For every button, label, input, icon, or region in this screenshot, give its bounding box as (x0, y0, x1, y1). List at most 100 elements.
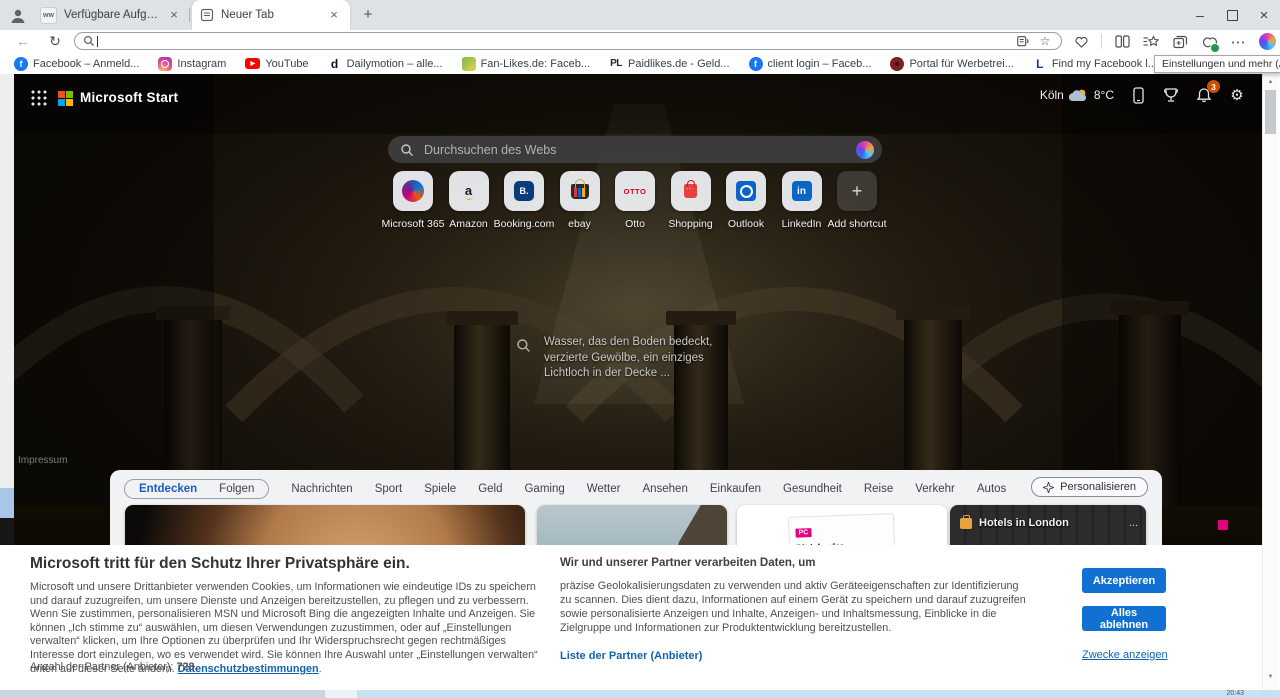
window-controls (1184, 0, 1280, 30)
personalize-button[interactable]: Personalisieren (1031, 477, 1148, 497)
paidlikes-icon: PL (609, 57, 623, 71)
shortcut-add[interactable]: Add shortcut (830, 171, 884, 230)
feed-tab-reise[interactable]: Reise (864, 483, 893, 495)
feed-tab-ansehen[interactable]: Ansehen (642, 483, 687, 495)
address-bar[interactable] (74, 32, 1062, 50)
gear-icon[interactable] (1228, 86, 1246, 104)
microsoft-logo (58, 91, 73, 106)
windows-taskbar-edge: 20:43 (0, 690, 1280, 698)
read-aloud-icon[interactable] (1015, 34, 1031, 48)
background-window-sliver (0, 545, 14, 690)
facebook-icon (749, 57, 763, 71)
add-shortcut-icon (837, 171, 877, 211)
favorite-star-icon[interactable] (1037, 34, 1053, 48)
hero-image-caption: Wasser, das den Boden bedeckt, verzierte… (544, 335, 732, 382)
outlook-icon (736, 181, 756, 201)
pc-magazine-badge: PC (795, 528, 811, 538)
taskbar-segment (325, 690, 357, 698)
bookmark-portal[interactable]: Portal für Werbetrei... (890, 57, 1013, 71)
close-tab-icon[interactable] (326, 7, 342, 23)
price-tag (1218, 520, 1228, 530)
feed-tab-einkaufen[interactable]: Einkaufen (710, 483, 761, 495)
feed-tab-autos[interactable]: Autos (977, 483, 1006, 495)
page-title: Microsoft Start (80, 90, 178, 105)
back-button[interactable] (14, 33, 32, 49)
favorites-icon[interactable] (1142, 33, 1160, 51)
feed-tab-spiele[interactable]: Spiele (424, 483, 456, 495)
feed-tab-wetter[interactable]: Wetter (587, 483, 621, 495)
amazon-icon: a (465, 186, 472, 196)
settings-and-more-button[interactable] (1229, 33, 1247, 51)
show-purposes-link[interactable]: Zwecke anzeigen (1082, 649, 1168, 661)
feed-tab-gaming[interactable]: Gaming (524, 483, 564, 495)
collections-icon[interactable] (1171, 33, 1189, 51)
reject-all-button[interactable]: Alles ablehnen (1082, 606, 1166, 631)
split-screen-icon[interactable] (1113, 33, 1131, 51)
partner-count: Anzahl der Partner (Anbieter): 728. (30, 661, 197, 673)
feed-tab-folgen[interactable]: Folgen (219, 483, 254, 495)
new-tab-page-icon (200, 8, 214, 22)
rewards-icon[interactable] (1162, 86, 1180, 104)
shortcut-booking[interactable]: B.Booking.com (497, 171, 551, 230)
address-input[interactable] (104, 35, 1009, 47)
bookmark-find-facebook[interactable]: LFind my Facebook l... (1033, 57, 1157, 71)
feed-tab-sport[interactable]: Sport (375, 483, 403, 495)
app-launcher-icon[interactable] (30, 89, 47, 106)
search-input[interactable] (422, 142, 848, 158)
shortcut-microsoft-365[interactable]: Microsoft 365 (386, 171, 440, 230)
impressum-link[interactable]: Impressum (18, 455, 67, 466)
web-search-bar[interactable] (388, 136, 882, 163)
feed-tab-verkehr[interactable]: Verkehr (915, 483, 955, 495)
browser-essentials-icon[interactable] (1072, 33, 1090, 51)
facebook-icon (14, 57, 28, 71)
new-tab-button[interactable] (360, 7, 376, 23)
shortcut-linkedin[interactable]: inLinkedIn (775, 171, 829, 230)
privacy-policy-link[interactable]: Datenschutzbestimmungen (178, 663, 319, 675)
feed-tab-geld[interactable]: Geld (478, 483, 502, 495)
shortcut-shopping[interactable]: Shopping (664, 171, 718, 230)
weather-city: Köln (1040, 88, 1064, 102)
close-window-button[interactable] (1248, 0, 1280, 30)
bookmark-instagram[interactable]: Instagram (158, 57, 226, 71)
fanlikes-icon (462, 57, 476, 71)
extension-safe-icon[interactable] (1200, 33, 1218, 51)
shortcut-otto[interactable]: OTTOOtto (608, 171, 662, 230)
bookmark-youtube[interactable]: YouTube (245, 58, 308, 70)
ebay-icon (571, 184, 589, 199)
profile-icon[interactable] (7, 5, 29, 27)
partner-list-link[interactable]: Liste der Partner (Anbieter) (560, 650, 702, 662)
mobile-phone-icon[interactable] (1129, 86, 1147, 104)
feed-tab-gesundheit[interactable]: Gesundheit (783, 483, 842, 495)
bookmark-dailymotion[interactable]: dDailymotion – alle... (328, 57, 443, 71)
otto-icon: OTTO (624, 187, 647, 196)
weather-widget[interactable]: Köln 8°C (1040, 88, 1114, 102)
bookmark-paidlikes[interactable]: PLPaidlikes.de - Geld... (609, 57, 730, 71)
scroll-down-arrow[interactable] (1263, 670, 1278, 684)
tab-woowee[interactable]: ww Verfügbare Aufgaben | WooWee (32, 0, 190, 30)
notification-badge: 3 (1207, 80, 1220, 93)
notifications-bell-icon[interactable]: 3 (1195, 86, 1213, 104)
screen: { "browser": { "tabs": [ {"title": "Verf… (0, 0, 1280, 698)
accept-button[interactable]: Akzeptieren (1082, 568, 1166, 593)
scrollbar-thumb[interactable] (1265, 90, 1276, 134)
feed-tab-entdecken[interactable]: Entdecken (139, 483, 197, 495)
shortcut-ebay[interactable]: ebay (553, 171, 607, 230)
minimize-button[interactable] (1184, 0, 1216, 30)
page-scrollbar[interactable] (1262, 74, 1278, 690)
shortcut-amazon[interactable]: aAmazon (442, 171, 496, 230)
card-menu-icon[interactable]: ... (1129, 517, 1138, 529)
scroll-up-arrow[interactable] (1263, 75, 1278, 89)
shortcut-outlook[interactable]: Outlook (719, 171, 773, 230)
bookmark-client-login[interactable]: client login – Faceb... (749, 57, 872, 71)
image-info-search-icon[interactable] (516, 338, 531, 353)
bookmark-fanlikes[interactable]: Fan-Likes.de: Faceb... (462, 57, 590, 71)
feed-tab-nachrichten[interactable]: Nachrichten (291, 483, 352, 495)
booking-icon: B. (514, 181, 534, 201)
bookmark-facebook[interactable]: Facebook – Anmeld... (14, 57, 139, 71)
reload-button[interactable] (46, 33, 64, 50)
copilot-icon[interactable] (1258, 33, 1276, 51)
close-tab-icon[interactable] (166, 7, 182, 23)
tab-new-tab[interactable]: Neuer Tab (192, 0, 350, 30)
maximize-button[interactable] (1216, 0, 1248, 30)
copilot-icon[interactable] (856, 141, 874, 159)
